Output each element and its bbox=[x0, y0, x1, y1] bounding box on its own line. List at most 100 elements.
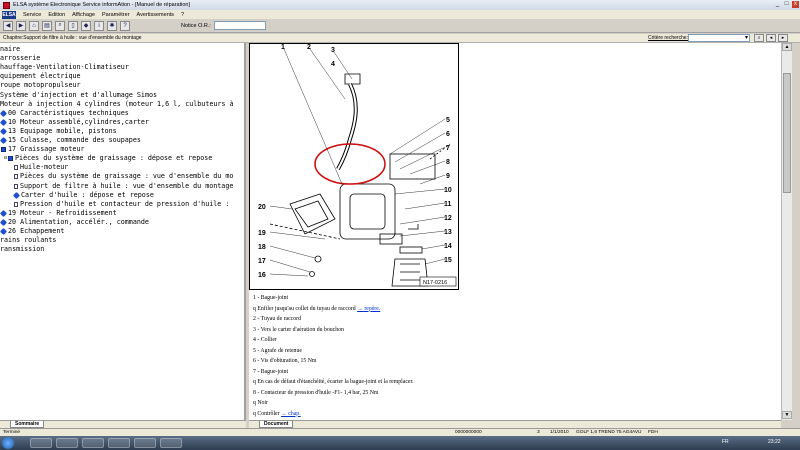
previous-result-icon[interactable]: ◂ bbox=[766, 34, 776, 42]
legend-text: q Enfiler jusqu'au collet du tuyau de ra… bbox=[253, 305, 358, 312]
tray-language[interactable]: FR bbox=[722, 439, 729, 445]
callout-16: 16 bbox=[258, 272, 266, 279]
tree-item[interactable]: 17 Graissage moteur bbox=[1, 145, 85, 154]
legend-line: 8 - Contacteur de pression d'huile -F1- … bbox=[253, 388, 753, 399]
tree-item[interactable]: Support de filtre à huile : vue d'ensemb… bbox=[14, 182, 233, 191]
book-icon bbox=[0, 109, 8, 117]
callout-20: 20 bbox=[258, 204, 266, 211]
os-taskbar: FR 23:22 bbox=[0, 436, 800, 450]
tray-clock[interactable]: 23:22 bbox=[768, 439, 781, 445]
start-button-icon[interactable] bbox=[2, 437, 14, 449]
tree-item[interactable]: Moteur à injection 4 cylindres (moteur 1… bbox=[0, 100, 234, 109]
tree-item[interactable]: ransmission bbox=[0, 245, 44, 254]
tree-item[interactable]: 10 Moteur assemblé,cylindres,carter bbox=[0, 118, 149, 127]
taskbar-folder-icon[interactable] bbox=[56, 438, 78, 448]
window-titlebar[interactable]: ELSA système Electronique Service inform… bbox=[0, 0, 800, 10]
notice-input[interactable] bbox=[213, 21, 266, 30]
legend-text: 6 - Vis d'obturation, 15 Nm bbox=[253, 358, 317, 364]
chapter-path: Chapitre:Support de filtre à huile : vue… bbox=[3, 35, 142, 41]
tree-item[interactable]: Huile-moteur bbox=[14, 163, 68, 172]
tree-item[interactable]: Pression d'huile et contacteur de pressi… bbox=[14, 200, 229, 209]
criteria-label[interactable]: Critère recherche: bbox=[648, 35, 688, 41]
legend-list: 1 - Bague-joint q Enfiler jusqu'au collet… bbox=[253, 293, 753, 420]
tree-item-label: naire bbox=[0, 45, 21, 53]
legend-text: 8 - Contacteur de pression d'huile -F1- … bbox=[253, 389, 379, 396]
tree-item-label: Système d'injection et d'allumage Simos bbox=[0, 90, 158, 99]
tree-item-label: quipement électrique bbox=[0, 72, 81, 81]
document-icon bbox=[14, 174, 18, 180]
tab-document[interactable]: Document bbox=[259, 421, 294, 428]
document-icon[interactable]: ▯ bbox=[68, 20, 78, 31]
taskbar-elsa-icon[interactable] bbox=[160, 438, 182, 448]
scroll-down-icon[interactable]: ▼ bbox=[782, 411, 792, 419]
legend-link[interactable]: → repère. bbox=[357, 306, 380, 312]
legend-line: 1 - Bague-joint bbox=[253, 293, 753, 304]
menu-help[interactable]: ? bbox=[181, 12, 184, 18]
tree-item-label: Moteur à injection 4 cylindres (moteur 1… bbox=[0, 99, 234, 108]
table-of-contents-tree[interactable]: naire arrosserie hauffage-Ventilation-Clim… bbox=[0, 43, 246, 420]
callout-1: 1 bbox=[281, 44, 285, 51]
chapter-bar: Chapitre:Support de filtre à huile : vue… bbox=[0, 34, 800, 43]
info-icon[interactable]: i bbox=[94, 20, 104, 31]
home-icon[interactable]: ⌂ bbox=[29, 20, 39, 31]
tree-item[interactable]: 20 Alimentation, accélér., commande bbox=[0, 218, 149, 227]
forward-icon[interactable]: ▶ bbox=[16, 20, 26, 31]
vehicle-icon[interactable]: ◆ bbox=[81, 20, 91, 31]
legend-link[interactable]: → chap. bbox=[281, 411, 301, 417]
document-icon bbox=[14, 165, 18, 171]
taskbar-explorer-icon[interactable] bbox=[30, 438, 52, 448]
scroll-thumb[interactable] bbox=[783, 73, 791, 193]
criteria-select[interactable] bbox=[688, 34, 750, 42]
taskbar-app-icon[interactable] bbox=[108, 438, 130, 448]
book-icon bbox=[0, 227, 8, 236]
close-button[interactable]: x bbox=[792, 1, 799, 8]
maximize-button[interactable]: □ bbox=[783, 1, 790, 8]
next-result-icon[interactable]: ▸ bbox=[778, 34, 788, 42]
menu-affichage[interactable]: Affichage bbox=[72, 12, 95, 18]
help-icon[interactable]: ? bbox=[120, 20, 130, 31]
callout-6: 6 bbox=[446, 131, 450, 138]
collapse-icon[interactable]: ⊟ bbox=[4, 154, 7, 163]
minimize-button[interactable]: _ bbox=[774, 1, 781, 8]
right-tab-bar: Document bbox=[249, 420, 781, 428]
tree-item[interactable]: 15 Culasse, commande des soupapes bbox=[0, 136, 141, 145]
exploded-view-drawing: 1 2 3 4 5 6 7 8 9 10 11 12 13 14 15 16 1… bbox=[258, 44, 457, 287]
menu-service[interactable]: Service bbox=[23, 12, 41, 18]
callout-14: 14 bbox=[444, 243, 452, 250]
highlight-circle bbox=[314, 143, 386, 185]
tree-item[interactable]: Pièces du système de graissage : vue d'e… bbox=[14, 172, 233, 181]
menu-avertissements[interactable]: Avertissements bbox=[137, 12, 175, 18]
window-controls: _ □ x bbox=[772, 1, 799, 8]
tree-item[interactable]: Carter d'huile : dépose et repose bbox=[12, 191, 154, 200]
tab-sommaire[interactable]: Sommaire bbox=[10, 421, 45, 428]
document-scrollbar[interactable]: ▲ ▼ bbox=[781, 43, 792, 420]
settings-icon[interactable]: ✱ bbox=[107, 20, 117, 31]
menu-bar: ELSA Service Edition Affichage Paramétre… bbox=[0, 10, 800, 19]
tree-item[interactable]: naire bbox=[0, 45, 20, 54]
document-pane[interactable]: 1 2 3 4 5 6 7 8 9 10 11 12 13 14 15 16 1… bbox=[249, 43, 781, 420]
book-icon bbox=[1, 147, 6, 153]
status-date: 1/1/2010 bbox=[550, 430, 569, 435]
tree-item[interactable]: quipement électrique bbox=[0, 72, 81, 81]
tree-item[interactable]: 00 Caractéristiques techniques bbox=[0, 109, 129, 118]
taskbar-media-icon[interactable] bbox=[82, 438, 104, 448]
back-icon[interactable]: ◀ bbox=[3, 20, 13, 31]
tree-item[interactable]: Système d'injection et d'allumage Simos bbox=[0, 91, 157, 100]
tree-item[interactable]: 26 Echappement bbox=[0, 227, 64, 236]
search-icon[interactable]: ⌕ bbox=[55, 20, 65, 31]
tree-item[interactable]: rains roulants bbox=[0, 236, 56, 245]
tree-item[interactable]: 13 Equipage mobile, pistons bbox=[0, 126, 117, 136]
taskbar-app2-icon[interactable] bbox=[134, 438, 156, 448]
menu-edition[interactable]: Edition bbox=[48, 12, 65, 18]
menu-parametrer[interactable]: Paramétrer bbox=[102, 12, 130, 18]
legend-line: q Contrôler → chap. bbox=[253, 409, 753, 420]
scroll-up-icon[interactable]: ▲ bbox=[782, 43, 792, 51]
tree-item[interactable]: ⊟ Pièces du système de graissage : dépose… bbox=[4, 154, 212, 163]
tree-item[interactable]: roupe motopropulseur bbox=[0, 81, 81, 90]
tree-item[interactable]: hauffage-Ventilation-Climatiseur bbox=[0, 63, 129, 72]
tree-item[interactable]: 19 Moteur - Refroidissement bbox=[0, 209, 117, 218]
tree-item[interactable]: arrosserie bbox=[0, 54, 40, 63]
print-icon[interactable]: ▤ bbox=[42, 20, 52, 31]
search-go-icon[interactable]: ⌕ bbox=[754, 34, 764, 42]
tree-item-label: 13 Equipage mobile, pistons bbox=[8, 126, 117, 135]
